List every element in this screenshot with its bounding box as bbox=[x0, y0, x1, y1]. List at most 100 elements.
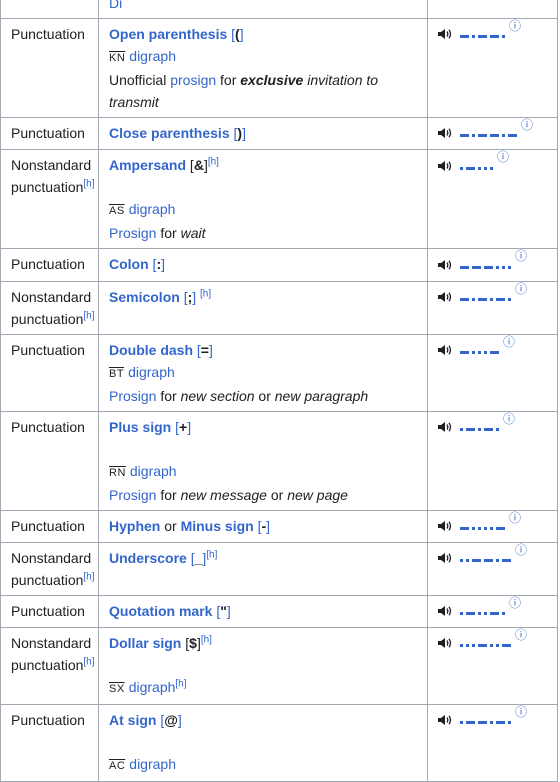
morse-dash bbox=[478, 35, 487, 39]
wiki-link[interactable]: Prosign bbox=[109, 388, 156, 404]
symbol-name-link[interactable]: Dollar sign bbox=[109, 635, 181, 651]
footnote-link[interactable]: [h] bbox=[83, 310, 94, 321]
category-cell: Punctuation bbox=[0, 116, 99, 151]
info-icon[interactable]: ⓘ bbox=[515, 282, 527, 296]
morse-dot bbox=[490, 297, 493, 301]
morse-cell bbox=[427, 0, 558, 19]
speaker-icon[interactable] bbox=[438, 123, 452, 145]
symbol-name-link[interactable]: Minus sign bbox=[181, 518, 254, 534]
info-icon[interactable]: ⓘ bbox=[515, 249, 527, 263]
morse-code[interactable] bbox=[460, 24, 505, 46]
wiki-link[interactable]: Prosign bbox=[109, 487, 156, 503]
table-row: Nonstandard punctuation[h] Underscore [_]… bbox=[0, 541, 558, 596]
symbol-cell: Underscore [_][h] bbox=[98, 541, 428, 596]
morse-dot bbox=[490, 166, 493, 170]
morse-code[interactable] bbox=[460, 255, 511, 277]
symbol-name-link[interactable]: Close parenthesis bbox=[109, 125, 230, 141]
info-icon[interactable]: ⓘ bbox=[509, 511, 521, 525]
symbol-name-link[interactable]: Double dash bbox=[109, 342, 193, 358]
symbol-cell: Hyphen or Minus sign [-] bbox=[98, 509, 428, 543]
morse-dot bbox=[484, 612, 487, 616]
speaker-icon[interactable] bbox=[438, 710, 452, 732]
symbol-line: Open parenthesis [(] bbox=[109, 26, 244, 42]
morse-code[interactable] bbox=[460, 516, 505, 538]
footnote-link[interactable]: [h] bbox=[201, 635, 212, 646]
wiki-link[interactable]: digraph bbox=[130, 463, 177, 479]
symbol-line: Plus sign [+] bbox=[109, 418, 192, 435]
symbol-line: KN digraph bbox=[109, 45, 419, 69]
morse-dot bbox=[460, 721, 463, 725]
info-icon[interactable]: ⓘ bbox=[497, 150, 509, 164]
wiki-link[interactable]: digraph bbox=[128, 364, 175, 380]
symbol-name-link[interactable]: Underscore bbox=[109, 550, 187, 566]
info-icon[interactable]: ⓘ bbox=[503, 335, 515, 349]
speaker-icon[interactable] bbox=[438, 601, 452, 623]
speaker-icon[interactable] bbox=[438, 156, 452, 178]
speaker-icon[interactable] bbox=[438, 24, 452, 46]
info-icon[interactable]: ⓘ bbox=[509, 19, 521, 33]
speaker-icon[interactable] bbox=[438, 516, 452, 538]
morse-dash bbox=[490, 350, 499, 354]
footnote-link[interactable]: [h] bbox=[83, 657, 94, 668]
symbol-name-link[interactable]: Ampersand bbox=[109, 157, 186, 173]
info-icon[interactable]: ⓘ bbox=[515, 628, 527, 642]
symbol-line[interactable]: Di bbox=[109, 0, 419, 14]
speaker-icon[interactable] bbox=[438, 417, 452, 439]
wiki-link[interactable]: digraph bbox=[129, 679, 176, 695]
speaker-icon[interactable] bbox=[438, 548, 452, 570]
morse-dash bbox=[496, 297, 505, 301]
morse-dot bbox=[508, 265, 511, 269]
morse-code[interactable] bbox=[460, 548, 511, 570]
footnote-link[interactable]: [h] bbox=[206, 549, 217, 560]
morse-code[interactable] bbox=[460, 633, 511, 655]
morse-code[interactable] bbox=[460, 156, 493, 178]
category-cell: Punctuation bbox=[0, 333, 99, 412]
symbol-cell: Semicolon [;] [h] bbox=[98, 280, 428, 335]
morse-dot bbox=[508, 297, 511, 301]
speaker-icon[interactable] bbox=[438, 340, 452, 362]
symbol-name-link[interactable]: Hyphen bbox=[109, 518, 160, 534]
morse-code[interactable] bbox=[460, 123, 517, 145]
info-icon[interactable]: ⓘ bbox=[503, 412, 515, 426]
footnote-link[interactable]: [h] bbox=[208, 157, 219, 168]
symbol-name-link[interactable]: Semicolon bbox=[109, 289, 180, 305]
category-cell: Punctuation bbox=[0, 509, 99, 543]
info-icon[interactable]: ⓘ bbox=[509, 596, 521, 610]
morse-code[interactable] bbox=[460, 417, 499, 439]
speaker-icon[interactable] bbox=[438, 287, 452, 309]
info-icon[interactable]: ⓘ bbox=[521, 118, 533, 132]
morse-code[interactable] bbox=[460, 287, 511, 309]
footnote-link[interactable]: [h] bbox=[175, 679, 186, 690]
morse-code-graphic bbox=[460, 134, 517, 138]
morse-dot bbox=[466, 559, 469, 563]
footnote-link[interactable]: [h] bbox=[200, 288, 211, 299]
symbol-name-link[interactable]: Plus sign bbox=[109, 419, 171, 435]
info-icon[interactable]: ⓘ bbox=[515, 543, 527, 557]
info-icon[interactable]: ⓘ bbox=[515, 705, 527, 719]
symbol-line: Prosign for new section or new paragraph bbox=[109, 387, 369, 404]
symbol-name-link[interactable]: Colon bbox=[109, 256, 149, 272]
speaker-icon[interactable] bbox=[438, 255, 452, 277]
wiki-link[interactable]: digraph bbox=[129, 48, 176, 64]
footnote-link[interactable]: [h] bbox=[83, 571, 94, 582]
wiki-link[interactable]: digraph bbox=[129, 756, 176, 772]
wiki-link[interactable]: digraph bbox=[129, 201, 176, 217]
footnote-link[interactable]: [h] bbox=[83, 179, 94, 190]
symbol-name-link[interactable]: Open parenthesis bbox=[109, 26, 227, 42]
symbol-name-link[interactable]: At sign bbox=[109, 712, 156, 728]
morse-code[interactable] bbox=[460, 340, 499, 362]
morse-code[interactable] bbox=[460, 601, 505, 623]
wiki-link[interactable]: prosign bbox=[170, 72, 216, 88]
category-cell: Punctuation bbox=[0, 594, 99, 629]
morse-code[interactable] bbox=[460, 710, 511, 732]
symbol-line: Close parenthesis [)] bbox=[109, 125, 246, 141]
wiki-link[interactable]: Prosign bbox=[109, 225, 156, 241]
morse-dash bbox=[478, 134, 487, 138]
symbol-name-link[interactable]: Quotation mark bbox=[109, 603, 212, 619]
table-body: Di Punctuation Open parenthesis [(] KN digra… bbox=[0, 0, 558, 782]
morse-cell: ⓘ bbox=[427, 280, 558, 335]
speaker-icon[interactable] bbox=[438, 633, 452, 655]
category-cell: Nonstandard punctuation[h] bbox=[0, 149, 99, 250]
table-row: Punctuation Double dash [=] BT digraph Prosi… bbox=[0, 333, 558, 412]
